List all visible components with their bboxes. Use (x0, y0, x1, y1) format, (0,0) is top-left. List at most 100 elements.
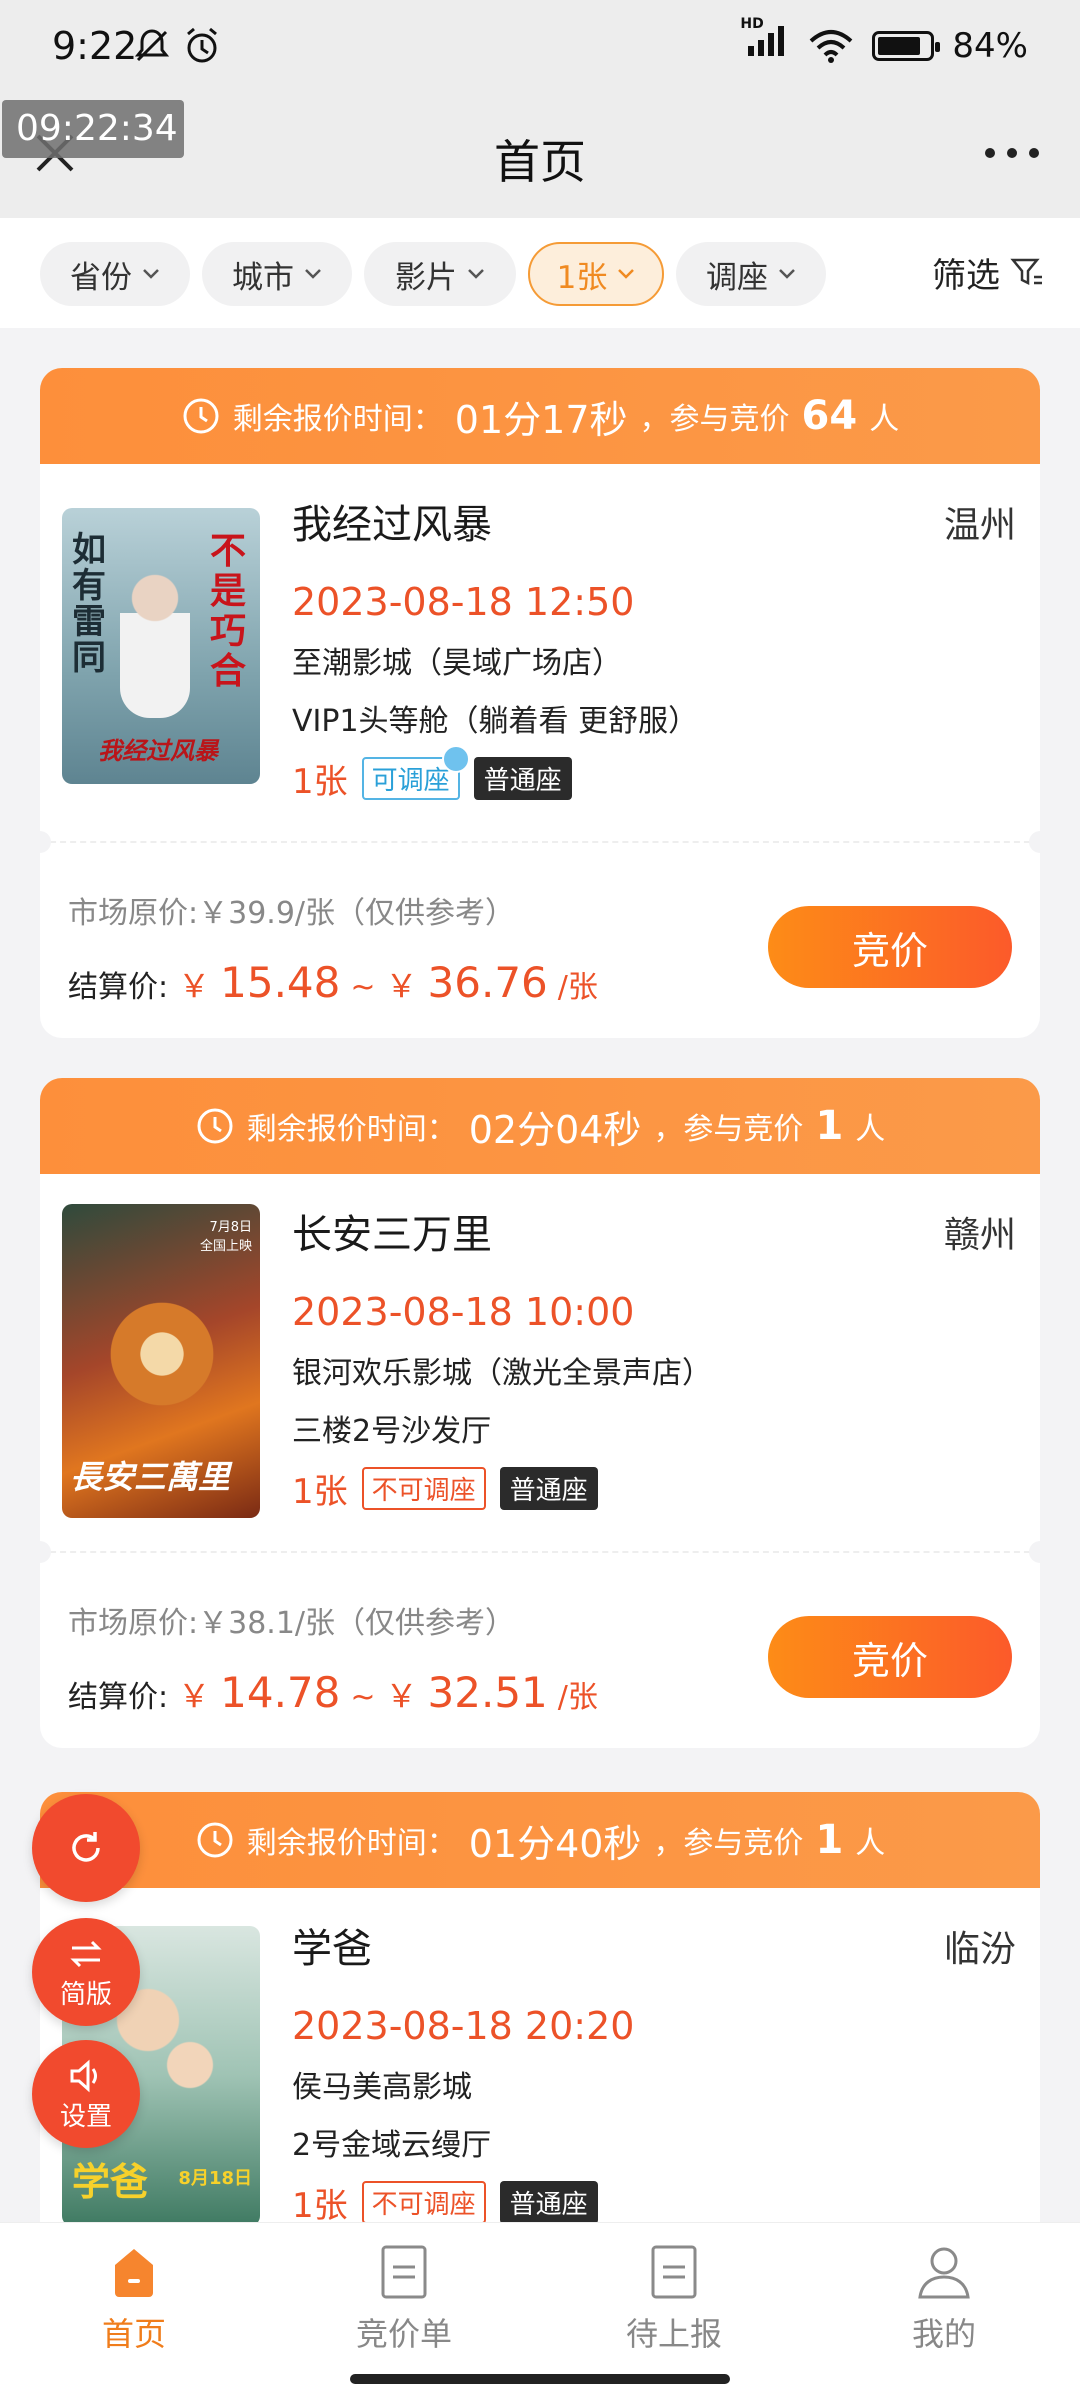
movie-title: 长安三万里 (292, 1212, 492, 1258)
currency: ￥ (178, 967, 211, 1005)
poster-text: 不是巧合 (210, 531, 247, 692)
status-bar: 9:22 HD 84% (0, 0, 1080, 100)
bidder-count: 1 (815, 1817, 844, 1863)
info-icon[interactable] (441, 745, 470, 773)
tab-label: 我的 (911, 2315, 976, 2353)
status-right: HD 84% (740, 16, 1028, 67)
cinema-name: 银河欢乐影城（激光全景声店） (292, 1356, 712, 1391)
timer-prefix: 剩余报价时间： (246, 1112, 457, 1147)
filter-bar: 省份 城市 影片 1张 调座 筛选 (0, 218, 1080, 328)
bid-button[interactable]: 竞价 (768, 1616, 1012, 1698)
seat-tag: 普通座 (499, 1467, 598, 1510)
alarm-icon (187, 27, 217, 63)
bidders-suffix: 人 (855, 1826, 886, 1861)
filter-chip-movie[interactable]: 影片 (364, 242, 516, 306)
swap-icon (70, 1940, 102, 1967)
filter-chip-city[interactable]: 城市 (202, 242, 352, 306)
tab-profile[interactable]: 我的 (844, 2243, 1044, 2355)
document-icon (651, 2245, 697, 2299)
timer-overlay: 09:22:34 (2, 100, 184, 158)
wifi-icon (810, 29, 853, 63)
clock-icon (197, 1822, 233, 1858)
document-icon (381, 2245, 427, 2299)
divider (40, 841, 1040, 843)
simple-mode-button[interactable]: 简版 (32, 1918, 140, 2026)
price-sep: ~ (350, 1680, 376, 1715)
showtime: 2023-08-18 10:00 (292, 1290, 635, 1334)
settings-label: 设置 (59, 2101, 112, 2132)
bidder-count: 64 (801, 393, 858, 439)
movie-poster[interactable]: 如有雷同 不是巧合 我经过风暴 (62, 508, 260, 784)
showtime: 2023-08-18 20:20 (292, 2004, 635, 2048)
movie-poster[interactable]: 7月8日 全国上映 長安三萬里 (62, 1204, 260, 1518)
tab-home[interactable]: 首页 (34, 2243, 234, 2355)
poster-text: 如有雷同 (72, 530, 106, 678)
chevron-down-icon (618, 269, 635, 279)
card-notch (40, 1541, 51, 1563)
market-price: 市场原价:￥38.1/张（仅供参考） (68, 1606, 516, 1641)
chip-label: 省份 (70, 259, 132, 296)
bidders-prefix: ，参与竞价 (653, 1112, 804, 1147)
chevron-down-icon (143, 269, 159, 279)
countdown: 01分17秒 (454, 397, 628, 442)
hall-name: 三楼2号沙发厅 (292, 1414, 492, 1449)
filter-chip-quantity[interactable]: 1张 (528, 242, 664, 306)
bidders-suffix: 人 (855, 1112, 886, 1147)
ticket-qty: 1张 (292, 762, 348, 802)
bidder-count: 1 (815, 1103, 844, 1149)
showtime: 2023-08-18 12:50 (292, 580, 635, 624)
chevron-down-icon (305, 269, 321, 279)
price-low: 14.78 (220, 1668, 341, 1717)
hall-name: VIP1头等舱（躺着看 更舒服） (292, 704, 699, 739)
city-label: 温州 (943, 505, 1016, 546)
city-label: 赣州 (943, 1215, 1016, 1256)
price-unit: /张 (557, 970, 598, 1005)
bidders-prefix: ，参与竞价 (639, 402, 790, 437)
bidders-prefix: ，参与竞价 (653, 1826, 804, 1861)
movie-title: 我经过风暴 (292, 502, 492, 548)
filter-chip-seat-adjust[interactable]: 调座 (676, 242, 826, 306)
mute-bell-icon (134, 29, 170, 62)
cinema-name: 侯马美高影城 (292, 2070, 472, 2105)
bid-card[interactable]: 剩余报价时间： 01分40秒 ，参与竞价 1 人 学爸 8月18日 学爸 临汾 2023… (40, 1792, 1040, 2232)
poster-text: 8月18日 (178, 2168, 252, 2189)
refresh-icon (72, 1832, 100, 1862)
bid-card[interactable]: 剩余报价时间： 02分04秒 ，参与竞价 1 人 7月8日 全国上映 長安三萬里 长安三… (40, 1078, 1040, 1748)
card-notch (1029, 1541, 1040, 1563)
bid-card[interactable]: 剩余报价时间： 01分17秒 ，参与竞价 64 人 如有雷同 不是巧合 我经过风暴 我经… (40, 368, 1040, 1038)
movie-info: 学爸 临汾 2023-08-18 20:20 侯马美高影城 2号金域云缦厅 1张… (292, 1916, 1016, 2227)
currency: ￥ (385, 1677, 418, 1715)
adjust-tag: 不可调座 (361, 2181, 486, 2224)
battery-percent: 84% (952, 25, 1028, 66)
clock-icon (183, 398, 219, 434)
tab-label: 竞价单 (355, 2315, 452, 2353)
movie-info: 长安三万里 赣州 2023-08-18 10:00 银河欢乐影城（激光全景声店）… (292, 1202, 1016, 1513)
adjust-tag: 可调座 (361, 745, 470, 800)
more-icon[interactable] (982, 138, 1042, 168)
tab-pending-report[interactable]: 待上报 (574, 2243, 774, 2355)
chevron-down-icon (468, 269, 484, 279)
timer-prefix: 剩余报价时间： (232, 402, 443, 437)
card-notch (40, 831, 51, 853)
countdown: 02分04秒 (468, 1107, 642, 1152)
tab-bid-list[interactable]: 竞价单 (304, 2243, 504, 2355)
poster-text: 7月8日 全国上映 (199, 1220, 252, 1254)
timer-prefix: 剩余报价时间： (246, 1826, 457, 1861)
card-timer-header: 剩余报价时间： 02分04秒 ，参与竞价 1 人 (40, 1078, 1040, 1174)
chip-label: 城市 (232, 259, 294, 296)
ticket-qty: 1张 (292, 1472, 348, 1512)
filter-chip-province[interactable]: 省份 (40, 242, 190, 306)
home-indicator[interactable] (350, 2374, 730, 2384)
price-sep: ~ (350, 970, 376, 1005)
home-icon (115, 2249, 153, 2297)
filter-label: 筛选 (932, 256, 1000, 296)
battery-icon (872, 30, 941, 61)
settle-label: 结算价: (68, 1680, 169, 1715)
poster-figure (102, 1294, 222, 1414)
bid-button[interactable]: 竞价 (768, 906, 1012, 988)
currency: ￥ (385, 967, 418, 1005)
filter-button[interactable]: 筛选 (932, 248, 1044, 297)
refresh-button[interactable] (32, 1794, 140, 1902)
settings-button[interactable]: 设置 (32, 2040, 140, 2148)
movie-info: 我经过风暴 温州 2023-08-18 12:50 至潮影城（昊域广场店） VI… (292, 492, 1016, 803)
